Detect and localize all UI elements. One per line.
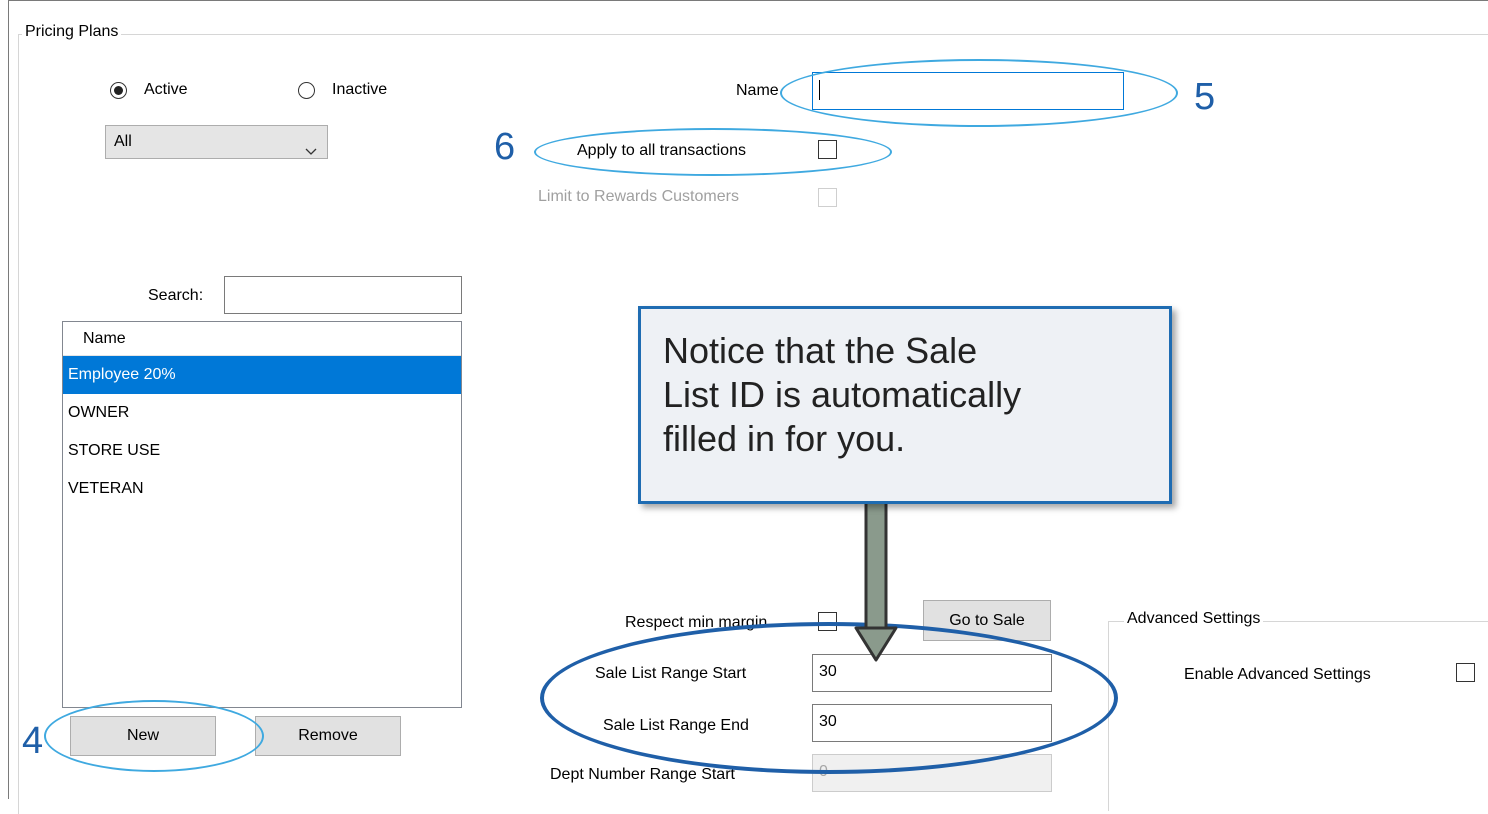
callout-line-2: List ID is automatically [663,374,1022,415]
range-start-input[interactable]: 30 [812,654,1052,692]
step-6-number: 6 [494,126,516,168]
advanced-settings-title: Advanced Settings [1124,610,1264,628]
enable-advanced-label: Enable Advanced Settings [1184,666,1371,683]
limit-rewards-label: Limit to Rewards Customers [538,188,739,205]
list-header-name[interactable]: Name [63,322,461,356]
range-start-label: Sale List Range Start [595,665,747,682]
pricing-plans-group-title: Pricing Plans [22,23,122,41]
limit-rewards-checkbox[interactable] [818,188,837,207]
list-item[interactable]: STORE USE [63,432,461,470]
apply-all-checkbox[interactable] [818,140,837,159]
new-button[interactable]: New [70,716,216,756]
name-label: Name [736,82,779,99]
dept-start-label: Dept Number Range Start [550,766,735,783]
name-input[interactable] [812,72,1124,110]
annotation-callout: Notice that the Sale List ID is automati… [638,306,1172,504]
pricing-plans-list[interactable]: Name Employee 20% OWNER STORE USE VETERA… [62,321,462,708]
arrow-down-icon [854,500,898,662]
step-4-number: 4 [22,720,44,762]
active-label: Active [144,81,188,98]
chevron-down-icon [305,136,317,168]
callout-line-3: filled in for you. [663,418,906,459]
dept-start-input[interactable]: 0 [812,754,1052,792]
apply-all-label: Apply to all transactions [577,142,746,159]
text-caret [819,79,820,100]
inactive-radio[interactable] [298,82,315,99]
callout-line-1: Notice that the Sale [663,330,978,371]
respect-margin-label: Respect min margin [625,614,768,631]
search-input[interactable] [224,276,462,314]
step-5-number: 5 [1194,76,1216,118]
list-item[interactable]: OWNER [63,394,461,432]
range-end-label: Sale List Range End [603,717,749,734]
go-to-sale-button[interactable]: Go to Sale [923,600,1051,641]
respect-margin-checkbox[interactable] [818,612,837,631]
enable-advanced-checkbox[interactable] [1456,663,1475,682]
search-label: Search: [148,287,204,304]
active-radio[interactable] [110,82,127,99]
range-end-input[interactable]: 30 [812,704,1052,742]
list-item[interactable]: VETERAN [63,470,461,508]
remove-button[interactable]: Remove [255,716,401,756]
advanced-settings-group [1108,621,1488,811]
inactive-label: Inactive [332,81,388,98]
category-select[interactable]: All [105,125,328,159]
list-item[interactable]: Employee 20% [63,356,461,394]
category-select-value: All [114,133,132,150]
